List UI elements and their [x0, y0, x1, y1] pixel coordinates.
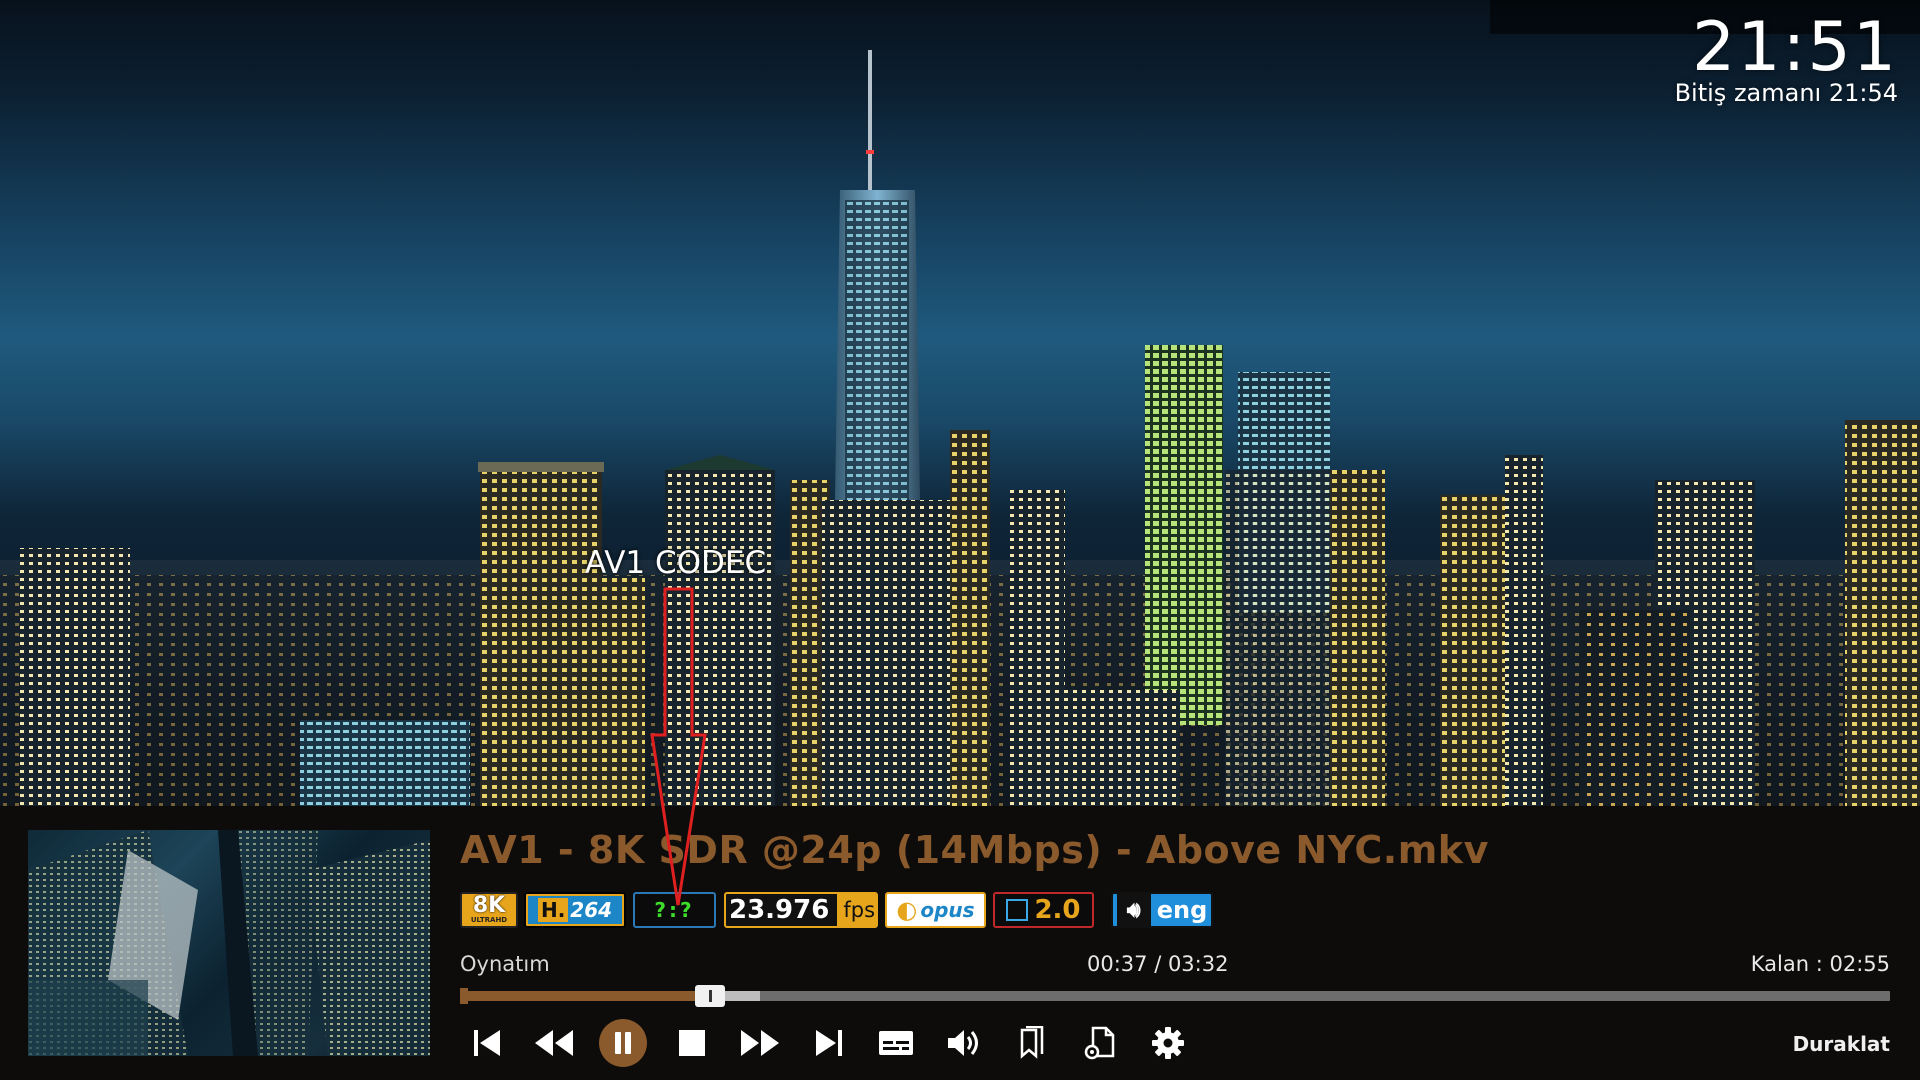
seek-bar-handle[interactable] [695, 985, 726, 1007]
skip-previous-button[interactable] [464, 1019, 512, 1067]
annotation-label: AV1 CODEC [585, 545, 767, 581]
fps-value: 23.976 [729, 895, 830, 925]
bookmarks-button[interactable] [1008, 1019, 1056, 1067]
audio-codec-value: opus [920, 898, 975, 922]
gear-icon [1152, 1027, 1184, 1059]
pause-icon [615, 1032, 631, 1054]
video-codec-prefix: H. [537, 898, 569, 922]
resolution-flag: 8K ULTRAHD [460, 892, 518, 928]
video-settings-button[interactable] [1076, 1019, 1124, 1067]
fast-forward-icon [741, 1030, 779, 1056]
playback-status-label: Oynatım [460, 952, 550, 976]
clock: 21:51 Bitiş zamanı 21:54 [1674, 8, 1898, 107]
audio-channels-value: 2.0 [1034, 895, 1081, 925]
thumbnail-aerial-city-image [28, 830, 430, 1056]
player-osd: AV1 - 8K SDR @24p (14Mbps) - Above NYC.m… [0, 806, 1920, 1080]
fps-unit: fps [837, 894, 876, 926]
audio-codec-flag: ◐ opus [885, 892, 986, 928]
skip-next-icon [816, 1030, 842, 1056]
fps-flag: 23.976 fps [724, 892, 878, 928]
city-skyline-image [0, 50, 1920, 806]
audio-language-value: eng [1156, 896, 1208, 924]
skip-next-button[interactable] [804, 1019, 852, 1067]
video-frame [0, 0, 1920, 806]
resolution-value: 8K [472, 893, 506, 918]
seek-bar-played [460, 991, 711, 1001]
seek-bar-start-marker [460, 988, 468, 1004]
opus-logo-icon: ◐ [896, 896, 918, 924]
skip-previous-icon [474, 1030, 500, 1056]
annotation-arrow-icon [650, 587, 707, 906]
rewind-button[interactable] [530, 1019, 578, 1067]
remaining-time: Kalan : 02:55 [1750, 952, 1890, 976]
video-thumbnail [28, 830, 430, 1056]
end-time: Bitiş zamanı 21:54 [1674, 79, 1898, 107]
settings-button[interactable] [1144, 1019, 1192, 1067]
audio-button[interactable] [940, 1019, 988, 1067]
media-title: AV1 - 8K SDR @24p (14Mbps) - Above NYC.m… [460, 828, 1489, 872]
volume-icon [948, 1030, 978, 1056]
audio-channels-flag: 2.0 [993, 892, 1094, 928]
stop-icon [679, 1030, 705, 1056]
video-codec-flag: H. 264 [524, 892, 626, 928]
subtitles-button[interactable] [872, 1019, 920, 1067]
seek-bar[interactable] [460, 985, 1890, 1007]
video-codec-number: 264 [570, 898, 613, 922]
stop-button[interactable] [668, 1019, 716, 1067]
subtitles-icon [879, 1031, 913, 1055]
channels-square-icon [1006, 899, 1029, 921]
pause-button[interactable] [599, 1019, 647, 1067]
bookmark-icon [1020, 1026, 1044, 1059]
playback-state-label: Duraklat [1792, 1032, 1890, 1056]
rewind-icon [535, 1030, 573, 1056]
fast-forward-button[interactable] [736, 1019, 784, 1067]
file-settings-icon [1084, 1026, 1115, 1060]
elapsed-total-time: 00:37 / 03:32 [1087, 952, 1229, 976]
current-time: 21:51 [1692, 8, 1898, 87]
resolution-sub: ULTRAHD [470, 916, 508, 924]
speaker-icon: 🔊︎ [1116, 894, 1151, 926]
audio-language-flag: 🔊︎ eng [1111, 892, 1213, 928]
